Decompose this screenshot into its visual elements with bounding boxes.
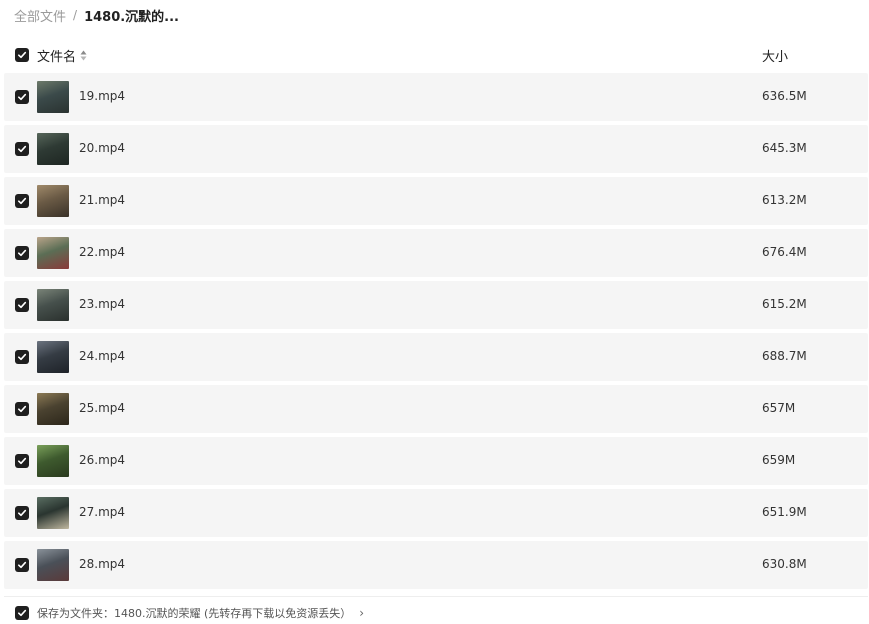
file-checkbox[interactable] (15, 246, 29, 260)
size-column-header[interactable]: 大小 (762, 46, 788, 65)
file-size: 615.2M (762, 297, 807, 311)
file-name[interactable]: 24.mp4 (79, 349, 125, 363)
check-icon (18, 353, 27, 361)
file-row[interactable]: 24.mp4 688.7M (4, 333, 868, 381)
video-thumbnail (37, 289, 69, 321)
file-size: 613.2M (762, 193, 807, 207)
file-size: 630.8M (762, 557, 807, 571)
file-name[interactable]: 20.mp4 (79, 141, 125, 155)
breadcrumb-root-link[interactable]: 全部文件 (14, 6, 66, 25)
check-icon (18, 609, 27, 617)
file-row[interactable]: 26.mp4 659M (4, 437, 868, 485)
check-icon (18, 301, 27, 309)
save-as-folder-label: 保存为文件夹：1480.沉默的荣耀 (先转存再下载以免资源丢失） (37, 607, 352, 620)
footer-divider (4, 596, 868, 597)
file-name[interactable]: 25.mp4 (79, 401, 125, 415)
file-row[interactable]: 28.mp4 630.8M (4, 541, 868, 589)
file-checkbox[interactable] (15, 558, 29, 572)
save-as-folder-checkbox[interactable] (15, 606, 29, 620)
check-icon (18, 457, 27, 465)
check-icon (18, 249, 27, 257)
video-thumbnail (37, 445, 69, 477)
file-name[interactable]: 28.mp4 (79, 557, 125, 571)
video-thumbnail (37, 497, 69, 529)
file-size: 688.7M (762, 349, 807, 363)
file-name[interactable]: 26.mp4 (79, 453, 125, 467)
video-thumbnail (37, 393, 69, 425)
video-thumbnail (37, 341, 69, 373)
sort-icon[interactable] (80, 50, 87, 61)
file-name[interactable]: 21.mp4 (79, 193, 125, 207)
file-name[interactable]: 19.mp4 (79, 89, 125, 103)
file-size: 636.5M (762, 89, 807, 103)
file-row[interactable]: 25.mp4 657M (4, 385, 868, 433)
file-size: 659M (762, 453, 796, 467)
file-row[interactable]: 27.mp4 651.9M (4, 489, 868, 537)
file-row[interactable]: 19.mp4 636.5M (4, 73, 868, 121)
file-row[interactable]: 22.mp4 676.4M (4, 229, 868, 277)
check-icon (18, 51, 27, 59)
select-all-checkbox[interactable] (15, 48, 29, 62)
check-icon (18, 561, 27, 569)
chevron-right-icon[interactable]: › (359, 606, 364, 620)
save-as-folder-option[interactable]: 保存为文件夹：1480.沉默的荣耀 (先转存再下载以免资源丢失） › (15, 605, 364, 621)
file-size: 657M (762, 401, 796, 415)
check-icon (18, 405, 27, 413)
file-row[interactable]: 21.mp4 613.2M (4, 177, 868, 225)
breadcrumb: 全部文件 / 1480.沉默的... (14, 5, 179, 25)
file-checkbox[interactable] (15, 506, 29, 520)
check-icon (18, 509, 27, 517)
file-checkbox[interactable] (15, 350, 29, 364)
file-row[interactable]: 23.mp4 615.2M (4, 281, 868, 329)
check-icon (18, 197, 27, 205)
file-name[interactable]: 27.mp4 (79, 505, 125, 519)
file-size: 645.3M (762, 141, 807, 155)
video-thumbnail (37, 237, 69, 269)
video-thumbnail (37, 549, 69, 581)
file-checkbox[interactable] (15, 194, 29, 208)
file-size: 651.9M (762, 505, 807, 519)
check-icon (18, 145, 27, 153)
file-checkbox[interactable] (15, 142, 29, 156)
name-column-label: 文件名 (37, 50, 77, 65)
file-list-header: 文件名 大小 (0, 42, 869, 68)
video-thumbnail (37, 81, 69, 113)
file-checkbox[interactable] (15, 90, 29, 104)
video-thumbnail (37, 185, 69, 217)
video-thumbnail (37, 133, 69, 165)
breadcrumb-separator: / (73, 8, 78, 22)
file-checkbox[interactable] (15, 298, 29, 312)
check-icon (18, 93, 27, 101)
file-checkbox[interactable] (15, 402, 29, 416)
file-name[interactable]: 22.mp4 (79, 245, 125, 259)
breadcrumb-current-folder: 1480.沉默的... (84, 9, 179, 25)
file-checkbox[interactable] (15, 454, 29, 468)
file-name[interactable]: 23.mp4 (79, 297, 125, 311)
name-column-header[interactable]: 文件名 (37, 46, 87, 65)
file-row[interactable]: 20.mp4 645.3M (4, 125, 868, 173)
file-size: 676.4M (762, 245, 807, 259)
